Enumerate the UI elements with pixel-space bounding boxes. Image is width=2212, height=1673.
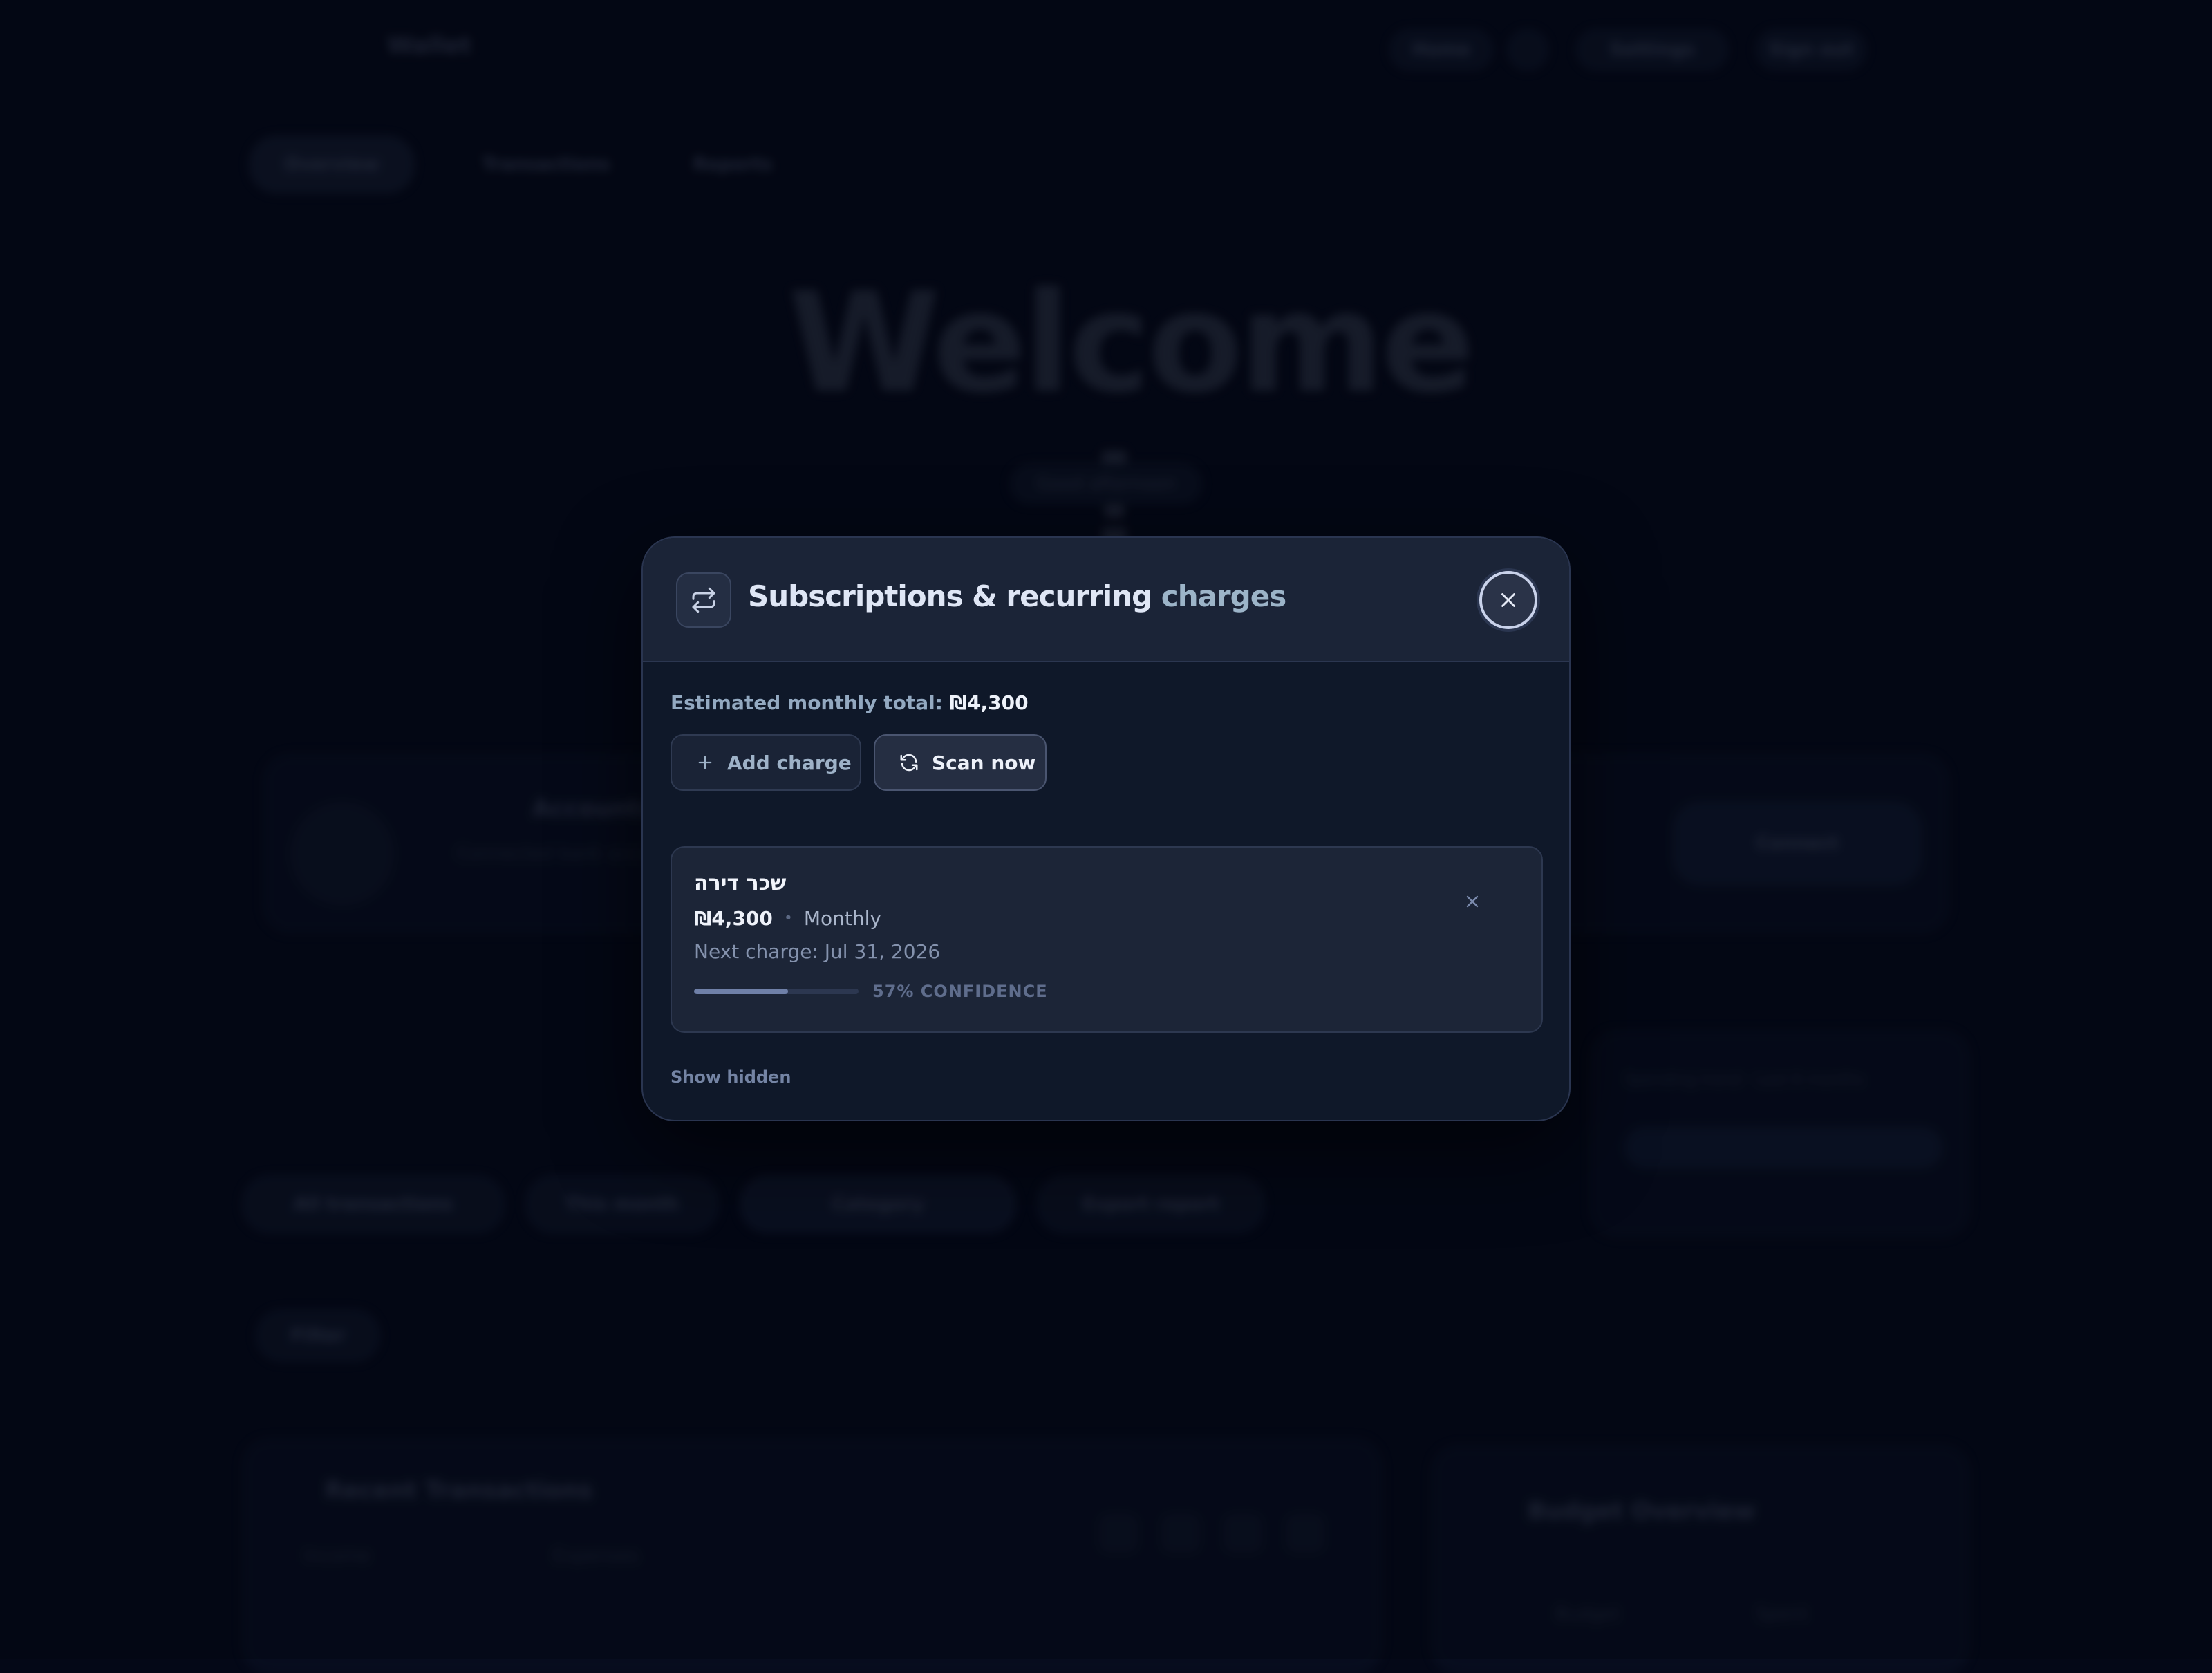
confidence-bar-fill <box>694 989 788 994</box>
add-charge-label: Add charge <box>727 751 852 774</box>
charge-name: שכר דירה <box>694 871 787 895</box>
estimated-total-value: ₪4,300 <box>949 691 1029 714</box>
confidence-label: 57% CONFIDENCE <box>872 982 1048 1001</box>
plus-icon <box>695 753 715 772</box>
modal-header: Subscriptions & recurring charges <box>643 538 1569 662</box>
show-hidden-link[interactable]: Show hidden <box>671 1067 791 1087</box>
close-button[interactable] <box>1479 571 1537 629</box>
close-icon <box>1463 892 1482 911</box>
charge-card: שכר דירה ₪4,300 • Monthly Next charge: J… <box>671 846 1543 1033</box>
meta-separator: • <box>783 910 793 927</box>
add-charge-button[interactable]: Add charge <box>671 734 861 791</box>
charge-frequency: Monthly <box>803 907 881 930</box>
charge-meta: ₪4,300 • Monthly <box>694 907 881 930</box>
estimated-total-label: Estimated monthly total: <box>671 691 943 714</box>
modal-title-accent: charges <box>1161 579 1286 613</box>
scan-now-button[interactable]: Scan now <box>874 734 1047 791</box>
scan-now-label: Scan now <box>932 751 1036 774</box>
estimated-total: Estimated monthly total: ₪4,300 <box>671 691 1029 714</box>
charge-next-date: Next charge: Jul 31, 2026 <box>694 940 941 963</box>
close-icon <box>1497 588 1520 612</box>
confidence-bar <box>694 989 859 994</box>
modal-title: Subscriptions & recurring charges <box>748 579 1286 613</box>
repeat-icon <box>676 572 731 628</box>
subscriptions-modal: Subscriptions & recurring charges Estima… <box>641 536 1571 1121</box>
refresh-icon <box>899 752 919 773</box>
modal-title-main: Subscriptions & recurring <box>748 579 1152 613</box>
confidence-row: 57% CONFIDENCE <box>694 982 1048 1001</box>
dismiss-charge-button[interactable] <box>1453 882 1492 921</box>
charge-amount: ₪4,300 <box>694 907 773 930</box>
